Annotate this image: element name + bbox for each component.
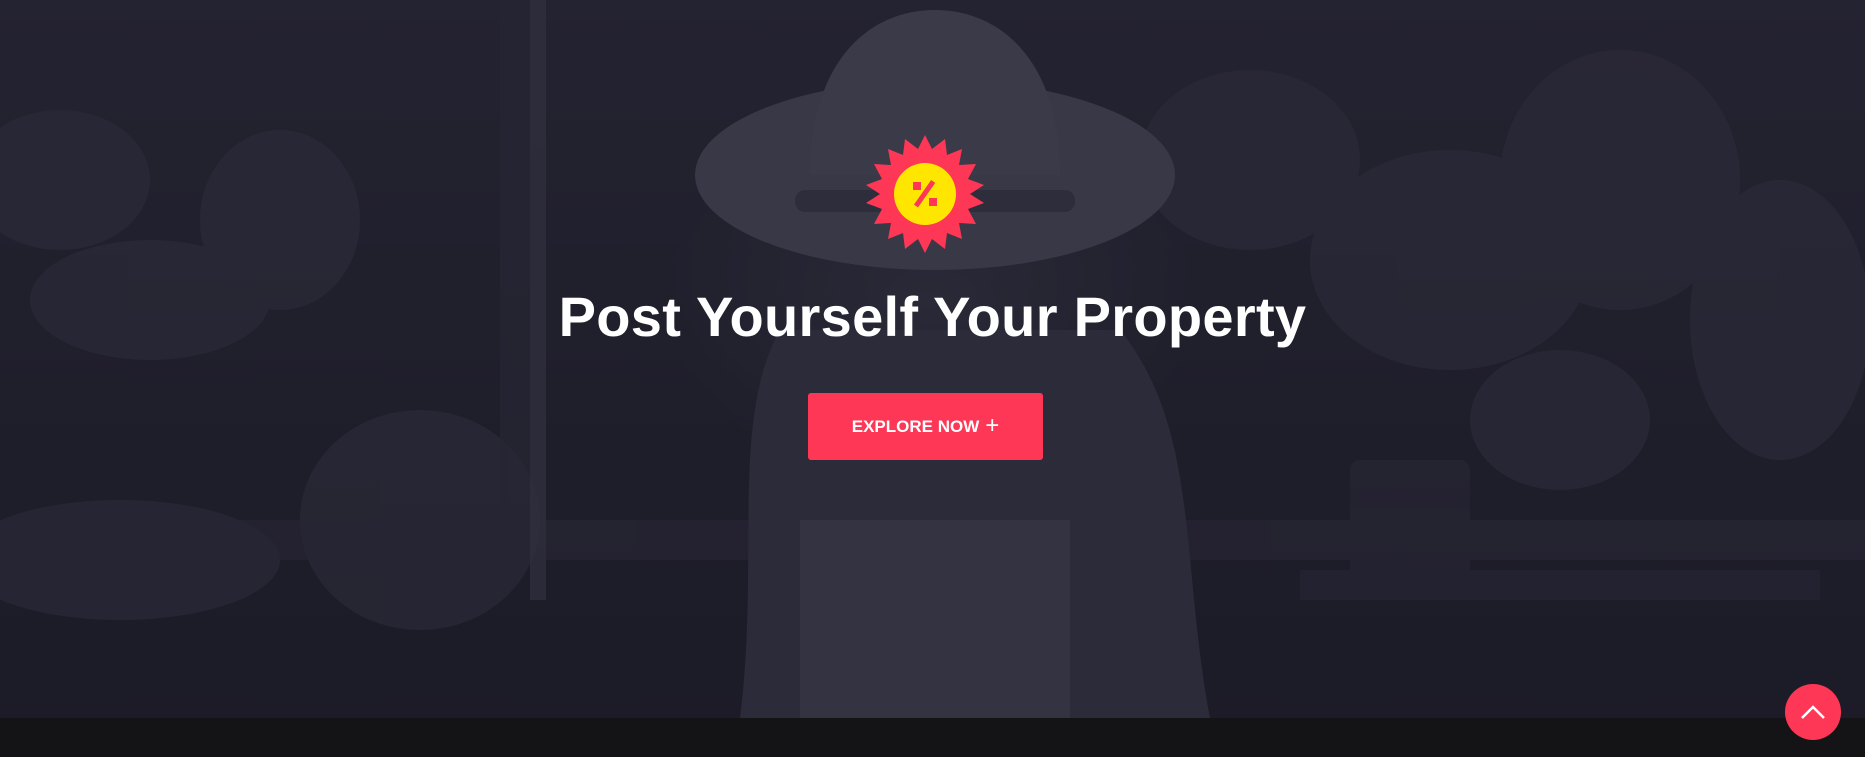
explore-now-button[interactable]: EXPLORE NOW + xyxy=(808,393,1043,460)
footer-strip xyxy=(0,718,1865,757)
chevron-up-icon xyxy=(1801,705,1825,719)
hero-content: Post Yourself Your Property EXPLORE NOW … xyxy=(0,0,1865,718)
hero-section: Post Yourself Your Property EXPLORE NOW … xyxy=(0,0,1865,718)
plus-icon: + xyxy=(985,411,1000,439)
discount-badge-icon xyxy=(866,135,984,253)
hero-title: Post Yourself Your Property xyxy=(558,285,1307,348)
explore-now-label: EXPLORE NOW xyxy=(851,416,980,436)
scroll-to-top-button[interactable] xyxy=(1785,684,1841,740)
